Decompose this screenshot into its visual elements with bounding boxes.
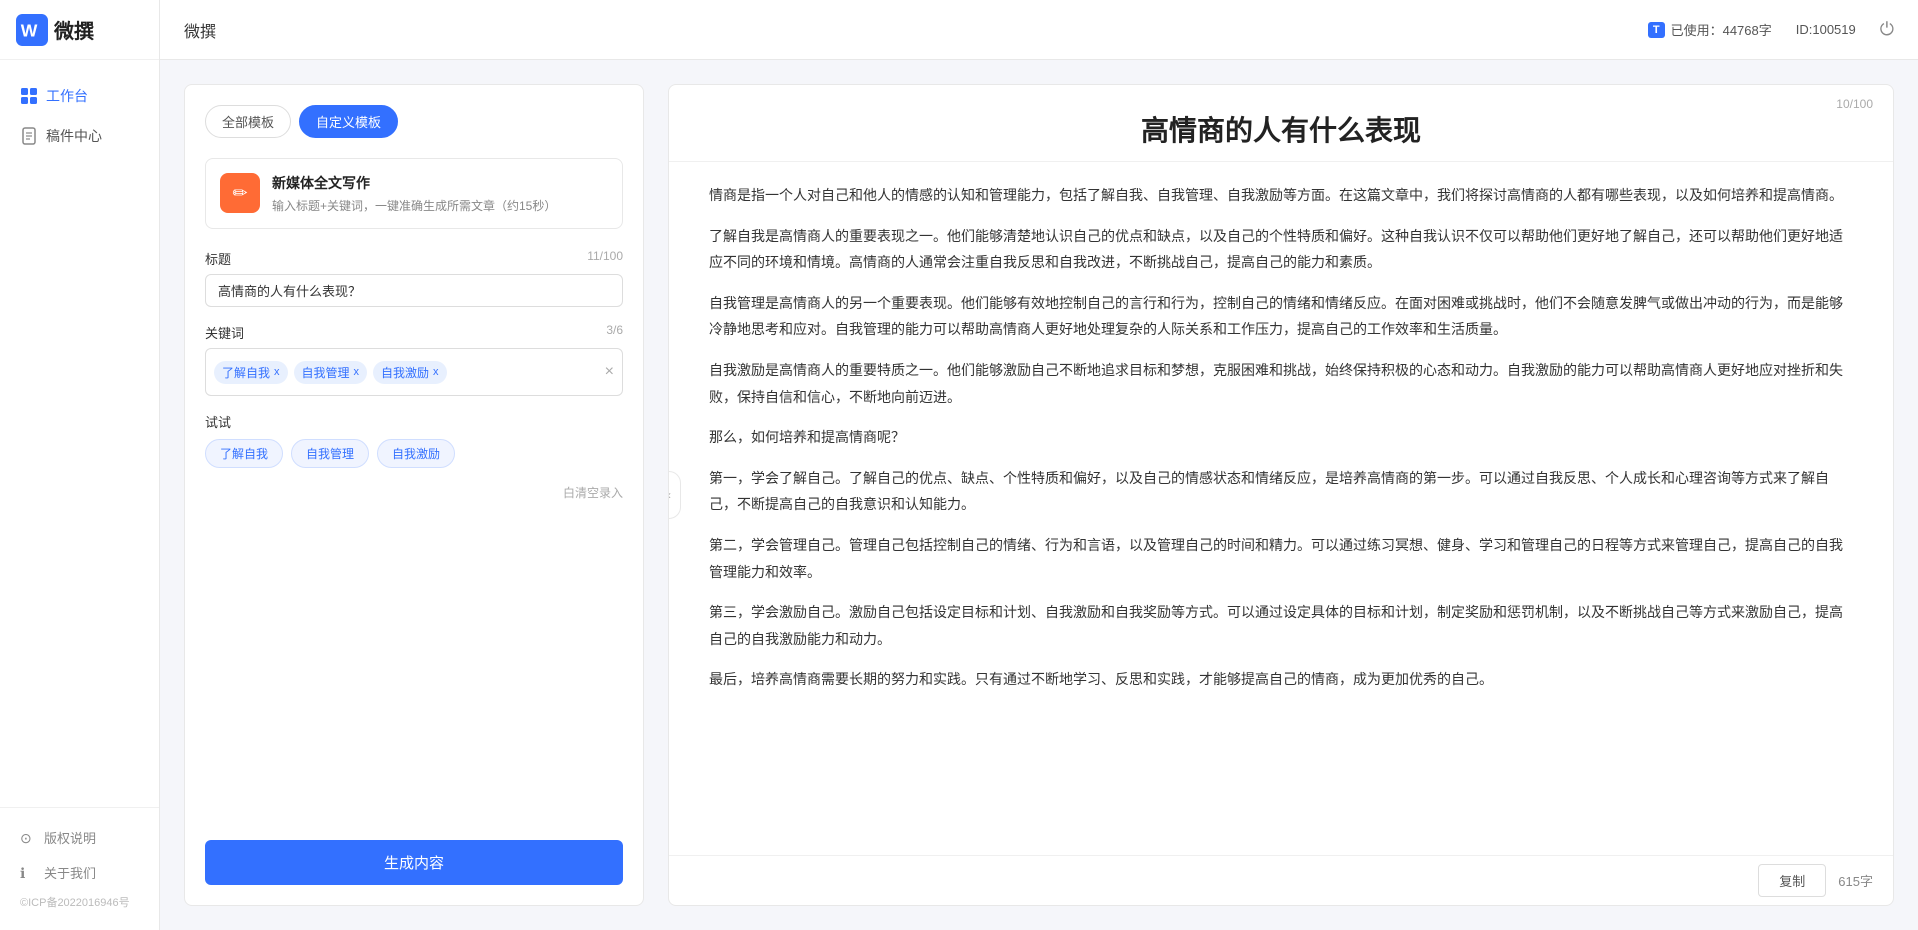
tab-all[interactable]: 全部模板 (205, 105, 291, 138)
sidebar-footer: ⊙ 版权说明 ℹ 关于我们 ©ICP备2022016946号 (0, 807, 159, 930)
sidebar-footer-copyright[interactable]: ⊙ 版权说明 (0, 820, 159, 855)
topbar-id: ID:100519 (1796, 22, 1856, 37)
sidebar-item-workbench[interactable]: 工作台 (0, 76, 159, 116)
template-card-writing[interactable]: ✏ 新媒体全文写作 输入标题+关键词，一键准确生成所需文章（约15秒） (205, 158, 623, 229)
sidebar-item-drafts[interactable]: 稿件中心 (0, 116, 159, 156)
keyword-form-section: 关键词 3/6 了解自我 x 自我管理 x 自我激励 x (205, 323, 623, 396)
about-label: 关于我们 (44, 863, 96, 882)
clear-placeholder[interactable]: 白清空录入 (205, 484, 623, 501)
app-logo: W 微撰 (0, 0, 159, 60)
keyword-count: 3/6 (606, 323, 623, 342)
topbar-usage: T 已使用：44768字 (1648, 20, 1772, 39)
suggest-tags: 了解自我 自我管理 自我激励 (205, 439, 623, 468)
collapse-handle[interactable]: ‹ (668, 471, 681, 519)
template-card-desc: 输入标题+关键词，一键准确生成所需文章（约15秒） (272, 197, 556, 214)
article-header: 高情商的人有什么表现 (669, 85, 1893, 162)
about-icon: ℹ (20, 865, 36, 881)
sidebar-item-workbench-label: 工作台 (46, 86, 88, 106)
topbar-title: 微撰 (184, 18, 216, 42)
drafts-icon (20, 127, 38, 145)
template-card-icon: ✏ (220, 173, 260, 213)
article-paragraph-6: 第二，学会管理自己。管理自己包括控制自己的情绪、行为和言语，以及管理自己的时间和… (709, 532, 1853, 585)
word-count: 615字 (1838, 871, 1873, 890)
left-panel: 全部模板 自定义模板 ✏ 新媒体全文写作 输入标题+关键词，一键准确生成所需文章… (184, 84, 644, 906)
sidebar-footer-about[interactable]: ℹ 关于我们 (0, 855, 159, 890)
article-count-badge: 10/100 (1836, 97, 1873, 111)
suggest-section: 试试 了解自我 自我管理 自我激励 (205, 412, 623, 468)
usage-t-icon: T (1648, 22, 1665, 38)
app-name: 微撰 (54, 15, 94, 44)
usage-text: 已使用：44768字 (1671, 20, 1772, 39)
keyword-label: 关键词 3/6 (205, 323, 623, 342)
keyword-remove-3[interactable]: x (433, 366, 439, 378)
article-paragraph-8: 最后，培养高情商需要长期的努力和实践。只有通过不断地学习、反思和实践，才能够提高… (709, 666, 1853, 693)
copy-button[interactable]: 复制 (1758, 864, 1826, 897)
keyword-tag-3: 自我激励 x (373, 361, 447, 384)
sidebar: W 微撰 工作台 (0, 0, 160, 930)
keyword-remove-1[interactable]: x (274, 366, 280, 378)
copyright-icon: ⊙ (20, 830, 36, 846)
logo-icon: W (16, 14, 48, 46)
template-card-title: 新媒体全文写作 (272, 173, 556, 193)
article-paragraph-2: 自我管理是高情商人的另一个重要表现。他们能够有效地控制自己的言行和行为，控制自己… (709, 290, 1853, 343)
keyword-remove-2[interactable]: x (354, 366, 360, 378)
keyword-tag-2: 自我管理 x (294, 361, 368, 384)
suggest-tag-2[interactable]: 自我管理 (291, 439, 369, 468)
content: 全部模板 自定义模板 ✏ 新媒体全文写作 输入标题+关键词，一键准确生成所需文章… (160, 60, 1918, 930)
keyword-tag-1: 了解自我 x (214, 361, 288, 384)
copyright-label: 版权说明 (44, 828, 96, 847)
title-label: 标题 11/100 (205, 249, 623, 268)
svg-text:W: W (21, 20, 38, 40)
topbar-right: T 已使用：44768字 ID:100519 ⏻ (1648, 19, 1894, 40)
title-input[interactable] (205, 274, 623, 307)
sidebar-nav: 工作台 稿件中心 (0, 60, 159, 807)
article-paragraph-1: 了解自我是高情商人的重要表现之一。他们能够清楚地认识自己的优点和缺点，以及自己的… (709, 223, 1853, 276)
right-panel: 10/100 高情商的人有什么表现 情商是指一个人对自己和他人的情感的认知和管理… (668, 84, 1894, 906)
article-body[interactable]: 情商是指一个人对自己和他人的情感的认知和管理能力，包括了解自我、自我管理、自我激… (669, 162, 1893, 855)
power-icon[interactable]: ⏻ (1880, 19, 1894, 40)
suggest-label: 试试 (205, 412, 623, 431)
keyword-box[interactable]: 了解自我 x 自我管理 x 自我激励 x × (205, 348, 623, 396)
generate-button[interactable]: 生成内容 (205, 840, 623, 885)
title-form-section: 标题 11/100 (205, 249, 623, 307)
article-title: 高情商的人有什么表现 (709, 109, 1853, 149)
suggest-tag-1[interactable]: 了解自我 (205, 439, 283, 468)
template-card-info: 新媒体全文写作 输入标题+关键词，一键准确生成所需文章（约15秒） (272, 173, 556, 214)
article-paragraph-3: 自我激励是高情商人的重要特质之一。他们能够激励自己不断地追求目标和梦想，克服困难… (709, 357, 1853, 410)
template-tabs: 全部模板 自定义模板 (205, 105, 623, 138)
keyword-clear-btn[interactable]: × (605, 363, 614, 381)
tab-custom[interactable]: 自定义模板 (299, 105, 398, 138)
article-paragraph-5: 第一，学会了解自己。了解自己的优点、缺点、个性特质和偏好，以及自己的情感状态和情… (709, 465, 1853, 518)
main: 微撰 T 已使用：44768字 ID:100519 ⏻ 全部模板 自定义模板 ✏… (160, 0, 1918, 930)
article-footer: 复制 615字 (669, 855, 1893, 905)
title-count: 11/100 (587, 249, 623, 268)
article-paragraph-0: 情商是指一个人对自己和他人的情感的认知和管理能力，包括了解自我、自我管理、自我激… (709, 182, 1853, 209)
suggest-tag-3[interactable]: 自我激励 (377, 439, 455, 468)
workbench-icon (20, 87, 38, 105)
sidebar-item-drafts-label: 稿件中心 (46, 126, 102, 146)
icp-text: ©ICP备2022016946号 (0, 890, 159, 918)
article-paragraph-4: 那么，如何培养和提高情商呢？ (709, 424, 1853, 451)
article-paragraph-7: 第三，学会激励自己。激励自己包括设定目标和计划、自我激励和自我奖励等方式。可以通… (709, 599, 1853, 652)
topbar: 微撰 T 已使用：44768字 ID:100519 ⏻ (160, 0, 1918, 60)
